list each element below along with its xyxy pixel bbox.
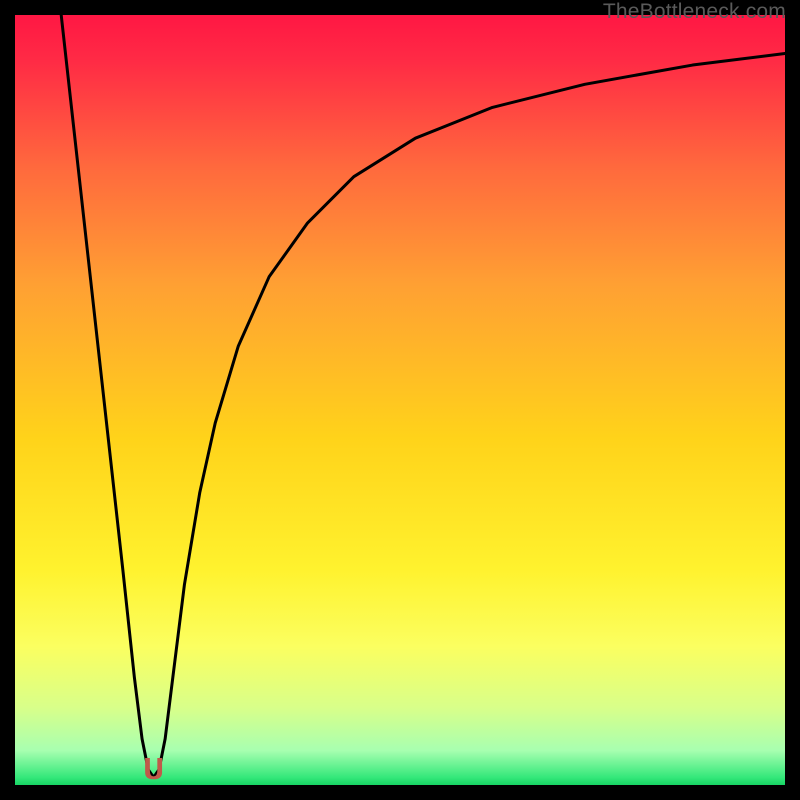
- chart-svg: [15, 15, 785, 785]
- chart-frame: TheBottleneck.com: [0, 0, 800, 800]
- watermark-text: TheBottleneck.com: [603, 0, 786, 24]
- gradient-background: [15, 15, 785, 785]
- chart-plot-area: [15, 15, 785, 785]
